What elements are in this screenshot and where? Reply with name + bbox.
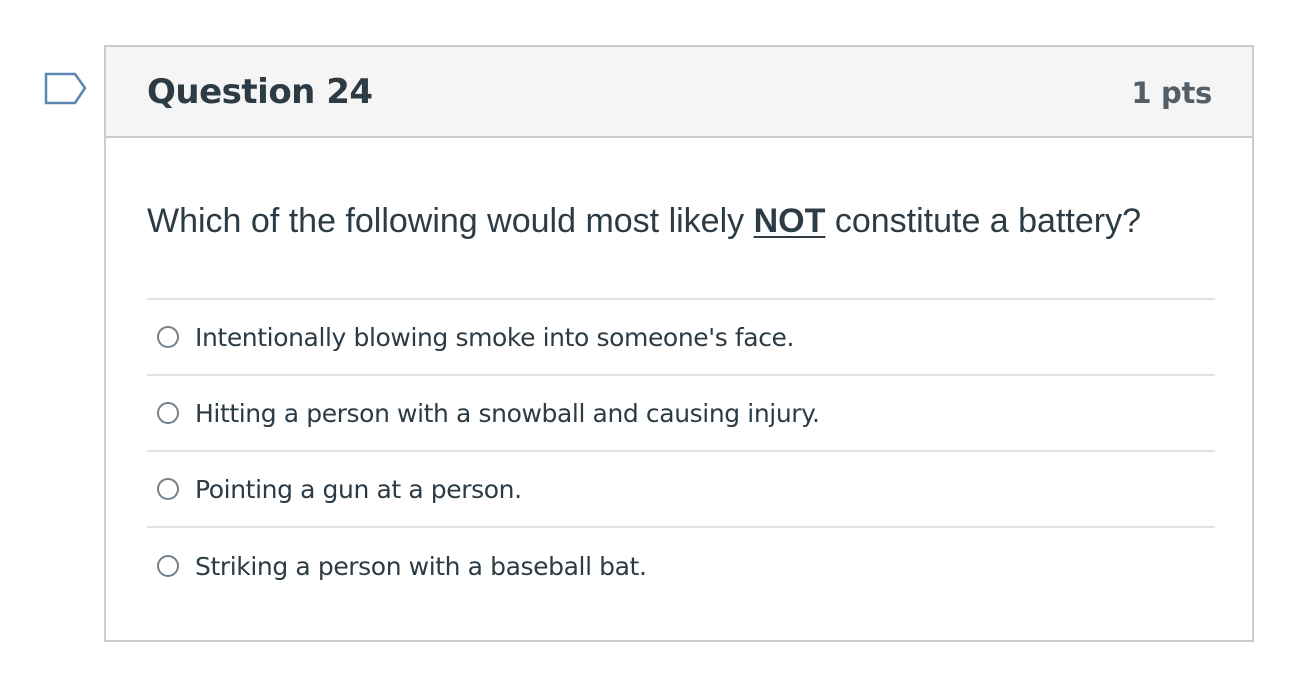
radio-button[interactable] [157, 326, 179, 348]
radio-button[interactable] [157, 478, 179, 500]
answer-list: Intentionally blowing smoke into someone… [147, 298, 1215, 604]
question-text-emphasis: NOT [753, 202, 826, 240]
question-card: Question 24 1 pts Which of the following… [104, 45, 1254, 642]
radio-button[interactable] [157, 555, 179, 577]
question-points: 1 pts [1131, 75, 1212, 110]
answer-label: Pointing a gun at a person. [195, 474, 522, 504]
flag-question-button[interactable] [44, 72, 88, 106]
question-text-after: constitute a battery? [825, 202, 1142, 240]
answer-option[interactable]: Hitting a person with a snowball and cau… [147, 376, 1215, 452]
answer-label: Striking a person with a baseball bat. [195, 551, 647, 581]
answer-label: Hitting a person with a snowball and cau… [195, 398, 820, 428]
answer-option[interactable]: Intentionally blowing smoke into someone… [147, 300, 1215, 376]
radio-button[interactable] [157, 402, 179, 424]
question-title: Question 24 [147, 71, 373, 112]
answer-option[interactable]: Pointing a gun at a person. [147, 452, 1215, 528]
answer-option[interactable]: Striking a person with a baseball bat. [147, 528, 1215, 604]
question-header: Question 24 1 pts [106, 47, 1252, 138]
answer-label: Intentionally blowing smoke into someone… [195, 322, 795, 352]
question-text: Which of the following would most likely… [147, 202, 1141, 241]
flag-outline-icon [44, 72, 87, 105]
question-text-before: Which of the following would most likely [147, 202, 754, 240]
